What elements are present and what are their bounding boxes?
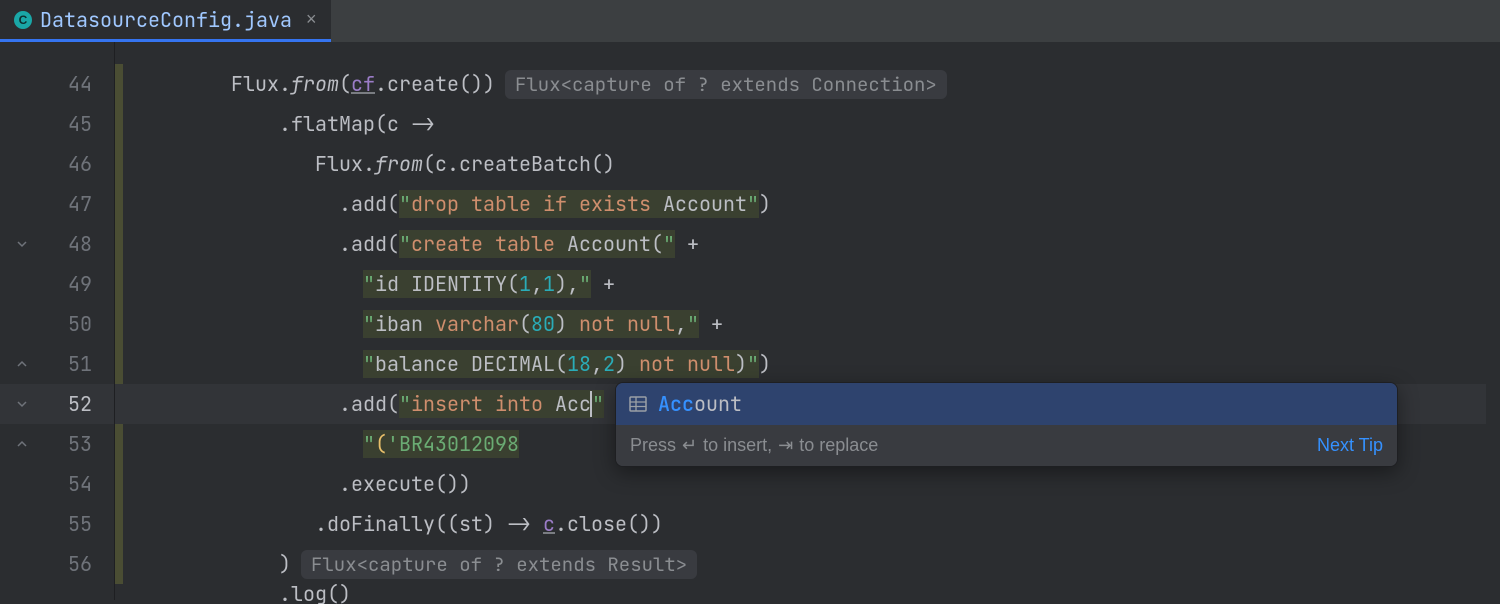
line-number[interactable]: 47 (0, 184, 114, 224)
completion-footer: Press ↵ to insert, ⇥ to replace Next Tip (616, 425, 1397, 466)
editor-tabbar: C DatasourceConfig.java × (0, 0, 1500, 42)
completion-rest: ount (694, 391, 742, 417)
fold-icon[interactable] (14, 436, 30, 452)
code-line[interactable]: .flatMap(c -> (115, 104, 1486, 144)
code-line[interactable]: )Flux<capture of ? extends Result> (115, 544, 1486, 584)
tab-filename: DatasourceConfig.java (40, 7, 292, 33)
code-line[interactable]: Flux.from(cf.create())Flux<capture of ? … (115, 64, 1486, 104)
line-number[interactable]: 56 (0, 544, 114, 584)
code-area[interactable]: Flux.from(cf.create())Flux<capture of ? … (115, 42, 1486, 600)
line-number[interactable]: 50 (0, 304, 114, 344)
fold-icon[interactable] (14, 396, 30, 412)
completion-popup: Account Press ↵ to insert, ⇥ to replace … (615, 382, 1398, 467)
code-line[interactable]: .add("drop table if exists Account") (115, 184, 1486, 224)
error-stripe[interactable] (1486, 42, 1500, 600)
code-line[interactable]: .add("create table Account(" + (115, 224, 1486, 264)
java-class-icon: C (14, 11, 32, 29)
code-line[interactable]: "iban varchar(80) not null," + (115, 304, 1486, 344)
code-line[interactable]: Flux.from(c.createBatch() (115, 144, 1486, 184)
next-tip-link[interactable]: Next Tip (1317, 435, 1383, 456)
inlay-hint: Flux<capture of ? extends Connection> (505, 70, 947, 99)
line-number[interactable]: 55 (0, 504, 114, 544)
line-number[interactable]: 45 (0, 104, 114, 144)
close-icon[interactable]: × (306, 9, 317, 30)
editor: 44454647484950515253545556 Flux.from(cf.… (0, 42, 1500, 600)
completion-item[interactable]: Account (616, 383, 1397, 425)
table-icon (628, 394, 648, 414)
line-number[interactable]: 54 (0, 464, 114, 504)
enter-key-icon: ↵ (682, 435, 697, 456)
line-number[interactable]: 49 (0, 264, 114, 304)
fold-icon[interactable] (14, 236, 30, 252)
gutter: 44454647484950515253545556 (0, 42, 115, 600)
code-line[interactable]: "id IDENTITY(1,1)," + (115, 264, 1486, 304)
line-number[interactable]: 46 (0, 144, 114, 184)
inlay-hint: Flux<capture of ? extends Result> (301, 550, 697, 579)
code-line[interactable]: .execute()) (115, 464, 1486, 504)
code-line[interactable]: .log() (115, 584, 1486, 604)
tab-key-icon: ⇥ (778, 435, 793, 456)
line-number[interactable]: 44 (0, 64, 114, 104)
completion-match: Acc (658, 391, 694, 417)
code-line[interactable]: .doFinally((st) -> c.close()) (115, 504, 1486, 544)
tab-datasourceconfig[interactable]: C DatasourceConfig.java × (0, 0, 331, 42)
fold-icon[interactable] (14, 356, 30, 372)
code-line[interactable]: "balance DECIMAL(18,2) not null)") (115, 344, 1486, 384)
